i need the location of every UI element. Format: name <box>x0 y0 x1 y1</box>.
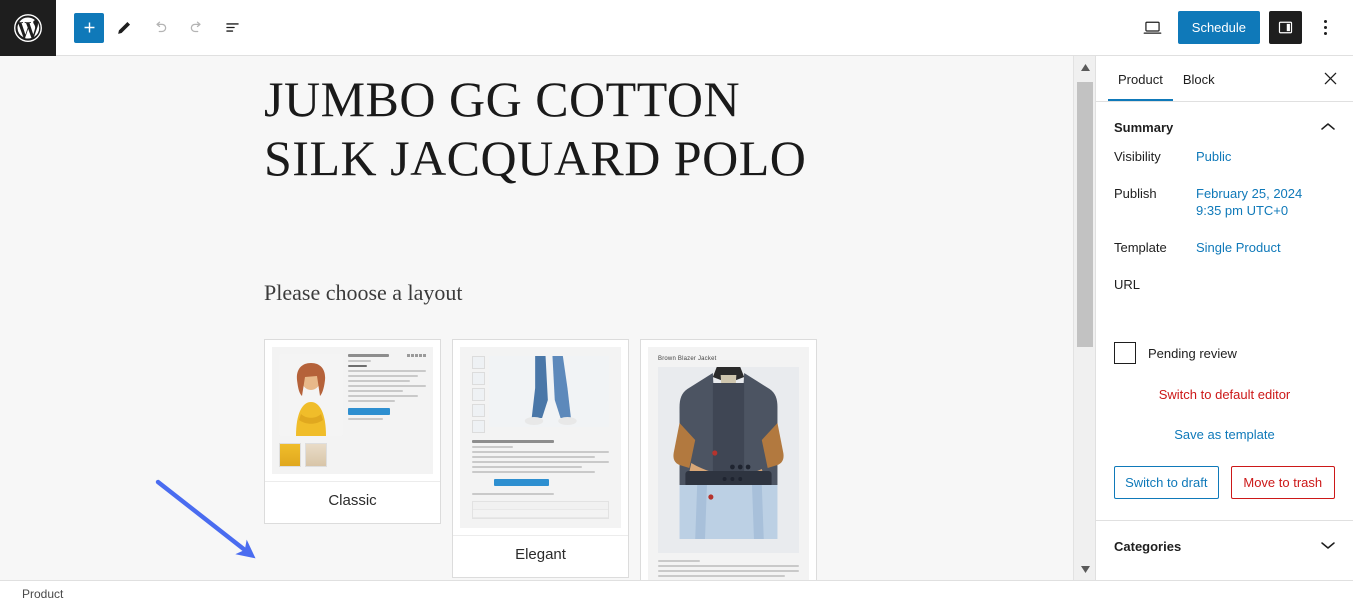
editor-status-bar: Product <box>0 580 1353 607</box>
summary-title: Summary <box>1114 119 1174 135</box>
mockup-thumbnail-strip <box>472 356 485 433</box>
pending-review-label: Pending review <box>1148 345 1237 361</box>
template-value[interactable]: Single Product <box>1196 239 1335 256</box>
toolbar-left-group <box>56 12 248 44</box>
editor-canvas: JUMBO GG COTTON SILK JACQUARD POLO Pleas… <box>0 56 1073 580</box>
mockup-product-photo <box>489 356 609 427</box>
save-as-template-row: Save as template <box>1096 426 1353 444</box>
mockup-attributes-table <box>472 501 609 519</box>
schedule-button[interactable]: Schedule <box>1177 11 1260 44</box>
switch-to-draft-button[interactable]: Switch to draft <box>1114 466 1219 499</box>
scroll-up-arrow-icon[interactable] <box>1074 56 1096 78</box>
full-screen-mockup: Brown Blazer Jacket <box>648 347 809 580</box>
row-label: Template <box>1114 240 1167 255</box>
settings-sidebar: Product Block Summary Visibility Public <box>1095 56 1353 580</box>
mockup-thumbnail-strip <box>272 443 433 474</box>
mockup-product-info <box>658 560 799 580</box>
mockup-product-info <box>348 354 426 436</box>
pending-review-row[interactable]: Pending review <box>1096 342 1353 364</box>
layout-prompt-text: Please choose a layout <box>264 280 463 305</box>
layout-card-elegant[interactable]: Elegant <box>452 339 629 578</box>
summary-row-url: URL <box>1114 276 1335 292</box>
summary-row-visibility: Visibility Public <box>1114 148 1335 165</box>
wordpress-block-editor: Schedule JUMBO GG COTTON SILK JACQUARD P… <box>0 0 1353 607</box>
editor-toolbar: Schedule <box>0 0 1353 56</box>
publish-date: February 25, 2024 <box>1196 186 1303 201</box>
row-label: Publish <box>1114 186 1157 201</box>
chevron-up-icon[interactable] <box>1321 118 1335 136</box>
save-as-template-link[interactable]: Save as template <box>1174 427 1274 442</box>
list-view-button[interactable] <box>216 12 248 44</box>
row-label: URL <box>1114 277 1141 292</box>
edit-mode-button[interactable] <box>108 12 140 44</box>
scroll-down-arrow-icon[interactable] <box>1074 558 1096 580</box>
mockup-product-title: Brown Blazer Jacket <box>658 356 717 362</box>
sidebar-tablist: Product Block <box>1096 56 1353 102</box>
layout-thumbnail: Brown Blazer Jacket <box>641 340 816 580</box>
categories-title: Categories <box>1114 538 1182 554</box>
redo-arrow-icon[interactable] <box>180 12 212 44</box>
summary-row-publish: Publish February 25, 2024 9:35 pm UTC+0 <box>1114 185 1335 219</box>
close-icon[interactable] <box>1313 62 1347 96</box>
switch-default-editor-row: Switch to default editor <box>1096 386 1353 404</box>
mockup-product-photo <box>658 367 799 553</box>
scrollbar-thumb[interactable] <box>1077 82 1093 347</box>
layout-thumbnail <box>453 340 628 535</box>
switch-to-default-editor-link[interactable]: Switch to default editor <box>1159 387 1291 402</box>
layout-card-classic[interactable]: Classic <box>264 339 441 524</box>
post-document: JUMBO GG COTTON SILK JACQUARD POLO Pleas… <box>0 56 1073 580</box>
chevron-down-icon[interactable] <box>1321 537 1335 555</box>
tab-block[interactable]: Block <box>1173 58 1225 101</box>
toolbar-right-group: Schedule <box>1137 11 1353 44</box>
summary-row-template: Template Single Product <box>1114 239 1335 256</box>
add-block-button[interactable] <box>74 12 104 43</box>
publish-time: 9:35 pm UTC+0 <box>1196 203 1289 218</box>
layout-card-grid: Classic Elegant Brown Blazer Jacket <box>264 339 1073 580</box>
row-label: Visibility <box>1114 149 1161 164</box>
undo-arrow-icon[interactable] <box>144 12 176 44</box>
layout-card-full-screen[interactable]: Brown Blazer Jacket <box>640 339 817 580</box>
tab-product[interactable]: Product <box>1108 58 1173 101</box>
layout-thumbnail <box>265 340 440 481</box>
laptop-preview-icon[interactable] <box>1137 12 1169 44</box>
summary-rows: Visibility Public Publish February 25, 2… <box>1096 148 1353 312</box>
publish-value[interactable]: February 25, 2024 9:35 pm UTC+0 <box>1196 185 1335 219</box>
elegant-mockup <box>460 347 621 528</box>
canvas-scrollbar[interactable] <box>1073 56 1095 580</box>
wordpress-logo-icon[interactable] <box>0 0 56 56</box>
sidebar-action-buttons: Switch to draft Move to trash <box>1096 466 1353 499</box>
settings-panel-icon[interactable] <box>1269 11 1302 44</box>
vertical-dots-icon[interactable] <box>1311 11 1339 44</box>
layout-card-label: Elegant <box>453 535 628 577</box>
layout-card-label: Classic <box>265 481 440 523</box>
mockup-product-info <box>472 440 609 495</box>
categories-panel-header[interactable]: Categories <box>1096 521 1353 571</box>
classic-mockup <box>272 347 433 474</box>
summary-panel-header[interactable]: Summary <box>1096 102 1353 148</box>
move-to-trash-button[interactable]: Move to trash <box>1230 466 1335 499</box>
breadcrumb[interactable]: Product <box>22 587 63 601</box>
pending-review-checkbox[interactable] <box>1114 342 1136 364</box>
page-title[interactable]: JUMBO GG COTTON SILK JACQUARD POLO <box>264 70 864 188</box>
visibility-value[interactable]: Public <box>1196 148 1335 165</box>
mockup-product-photo <box>279 354 343 436</box>
